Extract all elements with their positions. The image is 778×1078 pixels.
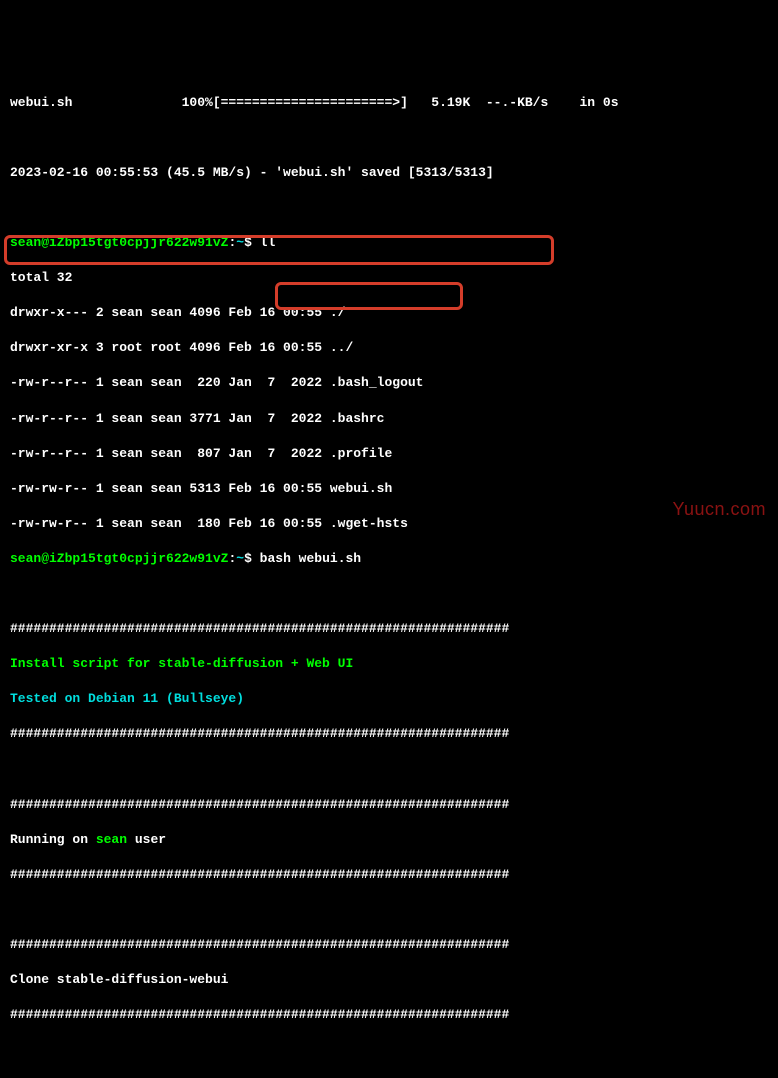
tested-on: Tested on Debian 11 (Bullseye): [10, 690, 768, 708]
prompt-path: ~: [236, 551, 244, 566]
blank: [10, 761, 768, 779]
separator: ########################################…: [10, 936, 768, 954]
blank: [10, 585, 768, 603]
ls-row: drwxr-x--- 2 sean sean 4096 Feb 16 00:55…: [10, 304, 768, 322]
cmd-ll: ll: [252, 235, 275, 250]
separator: ########################################…: [10, 620, 768, 638]
ls-row: -rw-rw-r-- 1 sean sean 180 Feb 16 00:55 …: [10, 515, 768, 533]
blank: [10, 901, 768, 919]
blank: [10, 199, 768, 217]
prompt-user: sean@iZbp15tgt0cpjjr622w91vZ: [10, 551, 228, 566]
separator: ########################################…: [10, 1006, 768, 1024]
separator: ########################################…: [10, 866, 768, 884]
prompt-bash[interactable]: sean@iZbp15tgt0cpjjr622w91vZ:~$ bash web…: [10, 550, 768, 568]
terminal-output: webui.sh 100%[======================>] 5…: [10, 76, 768, 1041]
running-username: sean: [96, 832, 127, 847]
separator: ########################################…: [10, 725, 768, 743]
ls-row: -rw-r--r-- 1 sean sean 807 Jan 7 2022 .p…: [10, 445, 768, 463]
prompt-path: ~: [236, 235, 244, 250]
ls-row-webui: -rw-rw-r-- 1 sean sean 5313 Feb 16 00:55…: [10, 480, 768, 498]
install-script-title: Install script for stable-diffusion + We…: [10, 655, 768, 673]
blank: [10, 129, 768, 147]
running-prefix: Running on: [10, 832, 96, 847]
clone-repo: Clone stable-diffusion-webui: [10, 971, 768, 989]
prompt-user: sean@iZbp15tgt0cpjjr622w91vZ: [10, 235, 228, 250]
wget-saved: 2023-02-16 00:55:53 (45.5 MB/s) - 'webui…: [10, 164, 768, 182]
cmd-bash: bash webui.sh: [252, 551, 361, 566]
ls-row: -rw-r--r-- 1 sean sean 220 Jan 7 2022 .b…: [10, 374, 768, 392]
ls-row: -rw-r--r-- 1 sean sean 3771 Jan 7 2022 .…: [10, 410, 768, 428]
running-suffix: user: [127, 832, 166, 847]
separator: ########################################…: [10, 796, 768, 814]
wget-progress: webui.sh 100%[======================>] 5…: [10, 94, 768, 112]
running-on-user: Running on sean user: [10, 831, 768, 849]
ls-row: drwxr-xr-x 3 root root 4096 Feb 16 00:55…: [10, 339, 768, 357]
ls-total: total 32: [10, 269, 768, 287]
prompt-ll[interactable]: sean@iZbp15tgt0cpjjr622w91vZ:~$ ll: [10, 234, 768, 252]
